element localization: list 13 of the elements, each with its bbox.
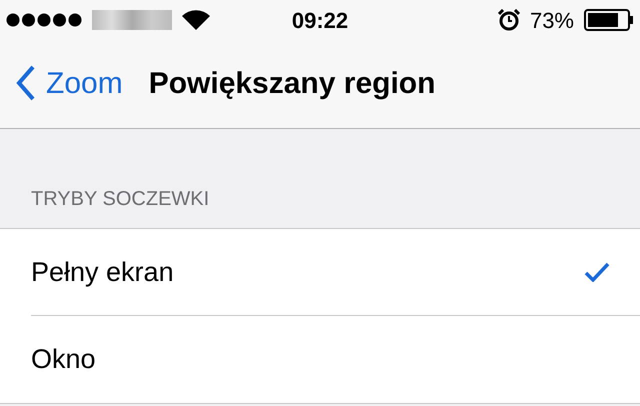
list-row[interactable]: Pełny ekran	[31, 229, 640, 316]
section-header: TRYBY SOCZEWKI	[31, 187, 210, 212]
wifi-icon	[182, 10, 210, 30]
checkmark-icon	[584, 262, 610, 282]
alarm-icon	[498, 9, 520, 31]
status-time: 09:22	[292, 6, 348, 34]
nav-title: Powiększany region	[148, 66, 436, 102]
chevron-left-icon	[16, 65, 36, 101]
back-button[interactable]: Zoom	[16, 60, 123, 106]
battery-icon	[584, 9, 634, 31]
battery-percent: 73%	[530, 6, 574, 34]
list-row[interactable]: Okno	[31, 316, 640, 403]
signal-icon	[6, 13, 84, 27]
